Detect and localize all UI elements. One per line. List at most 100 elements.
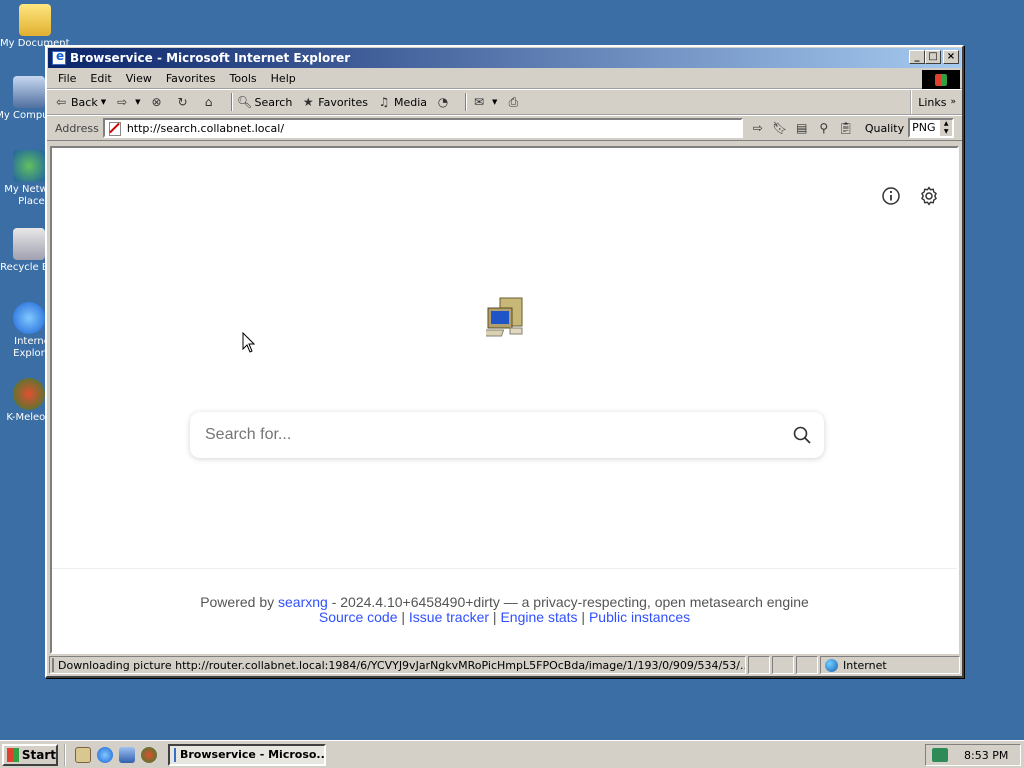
start-button[interactable]: Start [2, 743, 58, 766]
back-label: Back [71, 95, 98, 109]
footer-powered-line: Powered by searxng - 2024.4.10+6458490+d… [52, 595, 957, 610]
source-code-link[interactable]: Source code [319, 609, 398, 625]
powered-by-text: Powered by [200, 594, 275, 610]
close-button[interactable]: × [943, 50, 959, 64]
print-button[interactable]: ⎙ [505, 94, 523, 110]
go-arrow-icon[interactable]: ⇨ [748, 119, 768, 137]
status-progress-cell [748, 656, 770, 674]
ie-icon [174, 747, 176, 762]
computer-icon [13, 76, 45, 108]
status-extra-cell [796, 656, 818, 674]
start-label: Start [21, 747, 56, 762]
quality-value: PNG [912, 121, 936, 134]
minimize-button[interactable]: _ [909, 50, 925, 64]
forward-arrow-icon: ⇨ [117, 95, 128, 109]
stop-icon: ⊗ [151, 95, 162, 109]
links-label: Links [918, 95, 947, 109]
info-icon[interactable] [881, 186, 901, 206]
show-desktop-icon[interactable] [75, 746, 91, 763]
mail-icon: ✉ [474, 95, 485, 109]
stop-button[interactable]: ⊗ [149, 94, 167, 110]
taskbar-window-button[interactable]: Browservice - Microso... [168, 743, 326, 766]
maximize-button[interactable]: □ [925, 50, 941, 64]
history-icon: ◔ [437, 95, 449, 109]
address-field[interactable]: http://search.collabnet.local/ [102, 118, 743, 138]
quality-select[interactable]: PNG ▲ ▼ [908, 118, 955, 138]
public-instances-link[interactable]: Public instances [589, 609, 690, 625]
task-label: Browservice - Microso... [180, 748, 326, 761]
history-button[interactable]: ◔ [435, 94, 453, 110]
search-button[interactable]: 🔍︎ Search [236, 94, 293, 110]
toolbar-separator [230, 93, 233, 111]
title-bar[interactable]: Browservice - Microsoft Internet Explore… [48, 48, 961, 68]
forward-button[interactable]: ⇨ ▼ [114, 94, 140, 110]
windows-logo-icon [922, 70, 960, 90]
clock[interactable]: 8:53 PM [964, 749, 1008, 762]
computer-logo-icon [486, 297, 523, 337]
gear-icon[interactable] [919, 186, 939, 206]
status-bar: Downloading picture http://router.collab… [49, 656, 960, 674]
system-tray: 8:53 PM [925, 744, 1021, 766]
search-icon[interactable] [792, 425, 812, 445]
search-icon: 🔍︎ [236, 95, 253, 109]
chevron-down-icon[interactable]: ▼ [492, 98, 497, 106]
quality-spinner[interactable]: ▲ ▼ [940, 120, 953, 136]
browser-window: Browservice - Microsoft Internet Explore… [45, 45, 964, 678]
version-text: - 2024.4.10+6458490+dirty — a privacy-re… [331, 594, 809, 610]
search-input[interactable] [205, 426, 765, 444]
recycle-bin-icon [13, 228, 45, 260]
media-icon: ♫ [378, 95, 390, 109]
status-message-area: Downloading picture http://router.collab… [49, 656, 746, 674]
bookmark-list-icon[interactable]: ▤ [792, 119, 812, 137]
quick-launch [64, 743, 160, 766]
favorites-button[interactable]: ★ Favorites [300, 94, 368, 110]
internet-explorer-icon[interactable] [97, 746, 113, 763]
menu-file[interactable]: File [51, 72, 83, 85]
chevron-down-icon[interactable]: ▼ [135, 98, 140, 106]
mouse-cursor-icon [242, 332, 256, 353]
chevron-down-icon[interactable]: ▼ [101, 98, 106, 106]
back-arrow-icon: ⇦ [55, 95, 67, 109]
media-label: Media [394, 95, 428, 109]
search-label: Search [254, 95, 293, 109]
menu-favorites[interactable]: Favorites [159, 72, 223, 85]
outlook-express-icon[interactable] [119, 746, 135, 763]
menu-bar: File Edit View Favorites Tools Help [47, 69, 962, 90]
menu-edit[interactable]: Edit [83, 72, 118, 85]
issue-tracker-link[interactable]: Issue tracker [409, 609, 489, 625]
find-icon[interactable]: ⚲ [814, 119, 834, 137]
folder-icon [19, 4, 51, 36]
clipboard-icon[interactable]: 📋︎ [836, 119, 856, 137]
home-button[interactable]: ⌂ [201, 94, 219, 110]
bookmark-icon[interactable]: 🔖︎ [770, 119, 790, 137]
ie-icon [52, 49, 66, 65]
quality-label: Quality [864, 121, 905, 135]
menu-view[interactable]: View [119, 72, 159, 85]
favorites-icon: ★ [302, 95, 314, 109]
engine-stats-link[interactable]: Engine stats [500, 609, 577, 625]
refresh-button[interactable]: ↻ [175, 94, 193, 110]
media-button[interactable]: ♫ Media [376, 94, 427, 110]
desktop-icon-my-documents[interactable]: My Documents [0, 4, 70, 50]
toolbar-separator [465, 93, 468, 111]
home-icon: ⌂ [204, 95, 213, 109]
back-button[interactable]: ⇦ Back ▼ [53, 94, 106, 110]
network-tray-icon[interactable] [932, 748, 948, 762]
menu-tools[interactable]: Tools [223, 72, 264, 85]
k-meleon-icon[interactable] [141, 746, 157, 763]
mail-button[interactable]: ✉ ▼ [471, 94, 497, 110]
taskbar: Start Browservice - Microso... 8:53 PM [0, 740, 1024, 768]
status-message: Downloading picture http://router.collab… [58, 658, 746, 672]
menu-help[interactable]: Help [264, 72, 303, 85]
searxng-link[interactable]: searxng [278, 594, 328, 610]
address-bar: Address http://search.collabnet.local/ ⇨… [47, 115, 962, 141]
security-zone: Internet [820, 656, 960, 674]
page-content: Powered by searxng - 2024.4.10+6458490+d… [50, 146, 959, 654]
standard-toolbar: ⇦ Back ▼ ⇨ ▼ ⊗ ↻ ⌂ 🔍︎ Search ★ Favorites… [47, 89, 962, 115]
window-title: Browservice - Microsoft Internet Explore… [70, 51, 351, 65]
network-icon [13, 150, 45, 182]
broken-page-icon [107, 121, 121, 136]
address-url[interactable]: http://search.collabnet.local/ [127, 122, 284, 135]
links-toolbar[interactable]: Links » [910, 90, 962, 114]
refresh-icon: ↻ [177, 95, 188, 109]
